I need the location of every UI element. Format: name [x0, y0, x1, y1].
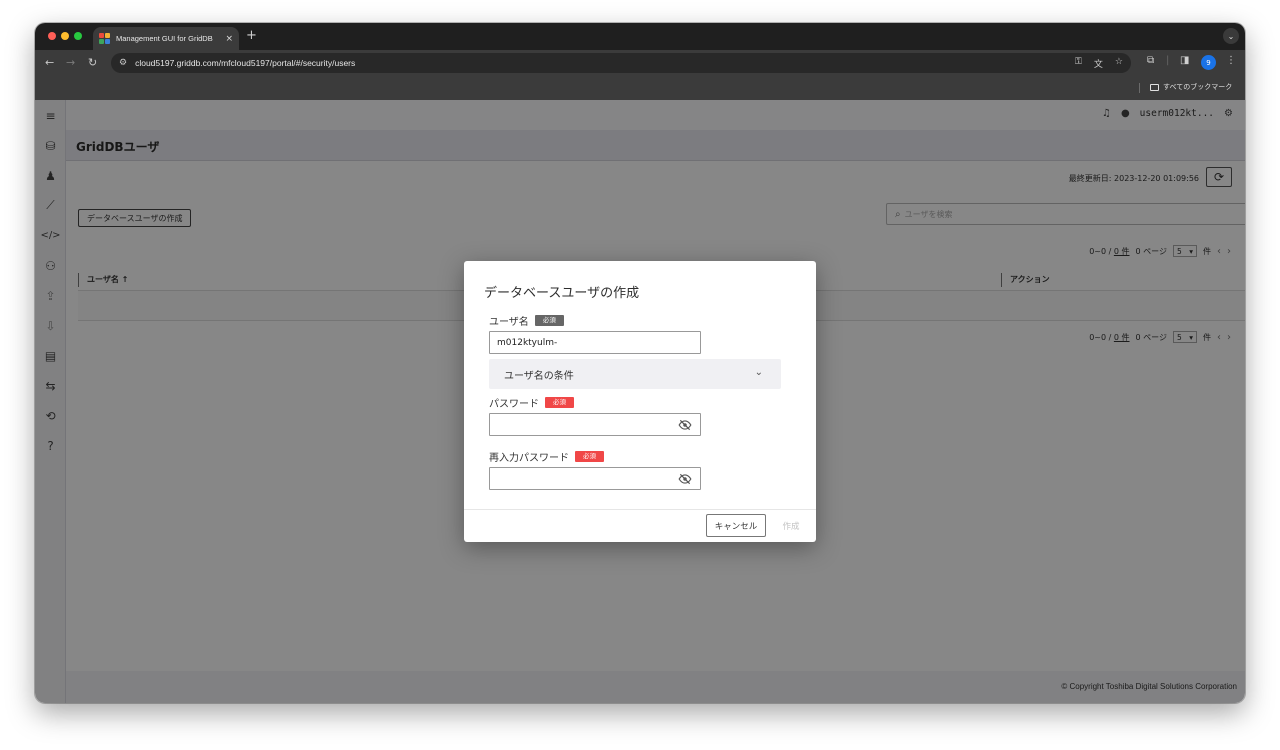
toolbar-divider: |: [1166, 55, 1170, 66]
required-badge: 必須: [534, 315, 564, 326]
address-url[interactable]: cloud5197.griddb.com/mfcloud5197/portal/…: [135, 58, 355, 68]
browser-window: Management GUI for GridDB × + ⌄ ← → ↻ ⚙ …: [35, 23, 1245, 703]
new-tab-button[interactable]: +: [246, 28, 257, 43]
address-bar[interactable]: ⚙ cloud5197.griddb.com/mfcloud5197/porta…: [111, 53, 1131, 73]
username-label: ユーザ名: [489, 317, 529, 328]
cancel-button[interactable]: キャンセル: [706, 514, 766, 537]
browser-tab-bar: Management GUI for GridDB × + ⌄: [35, 23, 1245, 50]
confirm-password-label: 再入力パスワード: [489, 453, 569, 464]
extensions-icon[interactable]: ⧉: [1147, 55, 1154, 66]
browser-menu-icon[interactable]: ⋮: [1226, 55, 1236, 66]
browser-tab-active[interactable]: Management GUI for GridDB ×: [93, 27, 239, 50]
all-bookmarks-button[interactable]: すべてのブックマーク: [1150, 82, 1232, 92]
all-bookmarks-label: すべてのブックマーク: [1163, 83, 1233, 91]
tab-title: Management GUI for GridDB: [116, 34, 213, 43]
griddb-favicon-icon: [99, 33, 110, 44]
back-arrow-icon[interactable]: ←: [45, 56, 54, 69]
maximize-window-button[interactable]: [74, 32, 82, 40]
bookmarks-divider: [1139, 83, 1140, 93]
close-window-button[interactable]: [48, 32, 56, 40]
username-conditions-label: ユーザ名の条件: [504, 371, 574, 382]
confirm-password-input[interactable]: [489, 467, 701, 490]
minimize-window-button[interactable]: [61, 32, 69, 40]
password-label: パスワード: [489, 399, 539, 410]
translate-icon[interactable]: 文: [1094, 57, 1103, 70]
visibility-off-icon[interactable]: [678, 472, 692, 486]
site-info-icon[interactable]: ⚙: [119, 58, 127, 68]
side-panel-icon[interactable]: ◨: [1180, 55, 1189, 66]
password-label-row: パスワード 必須: [489, 395, 574, 410]
bookmark-star-icon[interactable]: ☆: [1115, 57, 1123, 70]
dialog-divider: [464, 509, 816, 510]
bookmarks-bar: すべてのブックマーク: [35, 76, 1245, 100]
visibility-off-icon[interactable]: [678, 418, 692, 432]
username-conditions-accordion[interactable]: ユーザ名の条件 ⌄: [489, 359, 781, 389]
confirm-password-label-row: 再入力パスワード 必須: [489, 449, 604, 464]
required-badge: 必須: [545, 397, 574, 408]
browser-toolbar: ← → ↻ ⚙ cloud5197.griddb.com/mfcloud5197…: [35, 50, 1245, 76]
tab-close-icon[interactable]: ×: [225, 34, 233, 44]
forward-arrow-icon[interactable]: →: [66, 56, 75, 69]
folder-icon: [1150, 83, 1159, 91]
create-button[interactable]: 作成: [776, 514, 806, 537]
dialog-title: データベースユーザの作成: [484, 286, 640, 301]
username-input-value: m012ktyulm-: [497, 337, 558, 348]
password-key-icon[interactable]: ⚿: [1075, 57, 1082, 70]
required-badge: 必須: [575, 451, 604, 462]
tab-search-button[interactable]: ⌄: [1223, 28, 1239, 44]
profile-avatar[interactable]: 9: [1201, 55, 1216, 70]
create-user-dialog: データベースユーザの作成 ユーザ名 必須 m012ktyulm- ユーザ名の条件…: [464, 261, 816, 542]
reload-icon[interactable]: ↻: [88, 56, 97, 69]
chevron-down-icon: ⌄: [754, 367, 763, 378]
username-input[interactable]: m012ktyulm-: [489, 331, 701, 354]
username-label-row: ユーザ名 必須: [489, 313, 564, 328]
password-input[interactable]: [489, 413, 701, 436]
